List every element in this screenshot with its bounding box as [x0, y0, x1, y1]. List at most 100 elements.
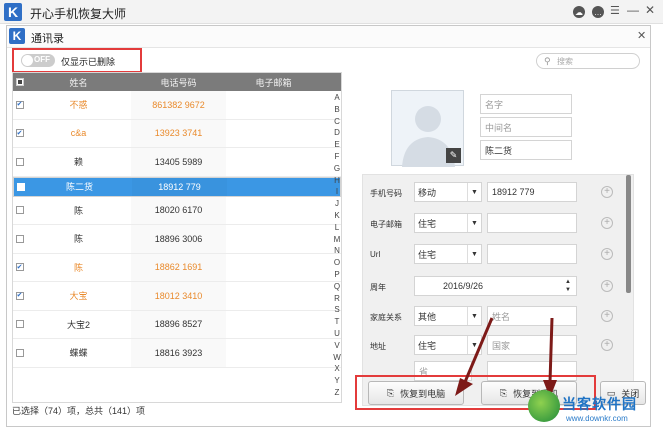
select-all-checkbox[interactable]	[13, 78, 26, 86]
row-checkbox[interactable]	[13, 320, 26, 329]
alpha-index-letter[interactable]: Y	[334, 375, 339, 387]
add-phone-icon[interactable]: +	[601, 186, 613, 198]
row-checkbox[interactable]	[13, 348, 26, 357]
alpha-index-letter[interactable]: G	[334, 163, 340, 175]
row-checkbox[interactable]: ✔	[13, 291, 26, 300]
contact-phone: 13923 3741	[131, 120, 226, 148]
add-anniversary-icon[interactable]: +	[601, 280, 613, 292]
add-url-icon[interactable]: +	[601, 248, 613, 260]
alpha-index-letter[interactable]: T	[335, 316, 340, 328]
chat-icon[interactable]: …	[592, 6, 604, 18]
header-name[interactable]: 姓名	[26, 76, 131, 89]
date-spinner-icon[interactable]: ▲ ▼	[565, 278, 571, 294]
alpha-index-letter[interactable]: V	[334, 340, 339, 352]
alpha-index-letter[interactable]: N	[334, 245, 340, 257]
alpha-index-letter[interactable]: O	[334, 257, 340, 269]
alpha-index-letter[interactable]: I	[336, 186, 338, 198]
contact-name: 大宝2	[66, 319, 90, 330]
watermark-name: 当客软件园	[562, 396, 637, 412]
contact-name: 陈	[73, 205, 83, 216]
alpha-index-letter[interactable]: M	[334, 234, 341, 246]
close-window-icon[interactable]: ✕	[645, 3, 655, 17]
minimize-icon[interactable]: —	[627, 3, 639, 17]
alpha-index-letter[interactable]: Q	[334, 281, 340, 293]
menu-icon[interactable]: ☰	[610, 4, 620, 17]
contact-phone: 861382 9672	[131, 91, 226, 119]
wechat-icon[interactable]: ☁	[573, 6, 585, 18]
toggle-knob	[22, 55, 33, 66]
table-row[interactable]: 蝶蝶 18816 3923	[13, 339, 341, 368]
add-address-icon[interactable]: +	[601, 339, 613, 351]
table-row[interactable]: 陈 18896 3006	[13, 225, 341, 254]
alpha-index-letter[interactable]: L	[335, 222, 339, 234]
alpha-index-letter[interactable]: P	[334, 269, 339, 281]
url-field[interactable]	[487, 244, 577, 264]
first-name-field[interactable]: 名字	[480, 94, 572, 114]
alpha-index-letter[interactable]: D	[334, 127, 340, 139]
table-row[interactable]: 陈 18020 6170	[13, 197, 341, 225]
middle-name-field[interactable]: 中间名	[480, 117, 572, 137]
alpha-index-letter[interactable]: B	[334, 104, 339, 116]
contact-photo[interactable]: ✎	[391, 90, 464, 167]
edit-photo-icon[interactable]: ✎	[446, 148, 461, 163]
alpha-index-letter[interactable]: W	[333, 352, 341, 364]
table-row[interactable]: ✔ 大宝 18012 3410	[13, 282, 341, 311]
alpha-index-letter[interactable]: F	[335, 151, 340, 163]
alpha-index-letter[interactable]: X	[334, 363, 339, 375]
row-checkbox[interactable]: ✔	[13, 129, 26, 138]
contact-phone: 18816 3923	[131, 339, 226, 367]
last-name-field[interactable]: 陈二货	[480, 140, 572, 160]
email-field[interactable]	[487, 213, 577, 233]
table-row[interactable]: 赖 13405 5989	[13, 148, 341, 177]
table-row[interactable]: 陈二货 18912 779	[13, 176, 341, 197]
header-email[interactable]: 电子邮箱	[226, 76, 321, 89]
address-label: 地址	[370, 342, 386, 351]
row-checkbox[interactable]: ✔	[13, 263, 26, 272]
alpha-index-letter[interactable]: R	[334, 293, 340, 305]
phone-field[interactable]: 18912 779	[487, 182, 577, 202]
deleted-only-toggle[interactable]: OFF	[21, 54, 55, 67]
table-row[interactable]: ✔ 不惑 861382 9672	[13, 91, 341, 120]
alpha-index-letter[interactable]: C	[334, 116, 340, 128]
table-row[interactable]: ✔ 陈 18862 1691	[13, 254, 341, 282]
url-type-value: 住宅	[418, 249, 437, 260]
contact-name: c&a	[70, 128, 87, 139]
alpha-index-letter[interactable]: U	[334, 328, 340, 340]
row-checkbox[interactable]	[13, 234, 26, 243]
email-type-select[interactable]: 住宅 ▼	[414, 213, 482, 233]
alpha-index-letter[interactable]: E	[334, 139, 339, 151]
detail-scrollbar[interactable]	[626, 175, 631, 293]
alpha-index-letter[interactable]: J	[335, 198, 339, 210]
add-family-icon[interactable]: +	[601, 310, 613, 322]
chevron-down-icon: ▼	[467, 214, 481, 232]
alpha-index-letter[interactable]: K	[334, 210, 339, 222]
header-phone[interactable]: 电话号码	[131, 73, 226, 91]
alpha-index-letter[interactable]: Z	[335, 387, 340, 399]
alpha-index-letter[interactable]: S	[334, 304, 339, 316]
alpha-index-letter[interactable]: H	[334, 175, 340, 187]
alpha-index-letter[interactable]: A	[334, 92, 339, 104]
url-type-select[interactable]: 住宅 ▼	[414, 244, 482, 264]
contact-phone: 18896 8527	[131, 311, 226, 339]
row-checkbox[interactable]: ✔	[13, 100, 26, 109]
dialog-close-icon[interactable]: ✕	[637, 29, 646, 42]
dialog-title-bar: K 通讯录 ✕	[7, 26, 650, 48]
app-logo: K	[4, 3, 22, 21]
contact-name: 陈	[73, 262, 83, 273]
contact-name: 陈二货	[65, 182, 93, 192]
anniversary-date-field[interactable]: 2016/9/26 ▲ ▼	[414, 276, 577, 296]
email-label: 电子邮箱	[370, 220, 402, 229]
watermark-url: www.downkr.com	[566, 414, 628, 423]
search-placeholder: 搜索	[557, 57, 573, 66]
family-label: 家庭关系	[370, 313, 402, 322]
row-checkbox[interactable]	[14, 182, 27, 191]
row-checkbox[interactable]	[13, 157, 26, 166]
table-row[interactable]: ✔ c&a 13923 3741	[13, 120, 341, 148]
add-email-icon[interactable]: +	[601, 217, 613, 229]
phone-type-select[interactable]: 移动 ▼	[414, 182, 482, 202]
table-row[interactable]: 大宝2 18896 8527	[13, 311, 341, 339]
title-bar: K 开心手机恢复大师 ☁ … ☰ — ✕	[0, 0, 663, 24]
app-window: K 开心手机恢复大师 ☁ … ☰ — ✕ K 通讯录 ✕ OFF 仅显示已删除 …	[0, 0, 663, 432]
row-checkbox[interactable]	[13, 206, 26, 215]
search-input[interactable]: ⚲ 搜索	[536, 53, 640, 69]
